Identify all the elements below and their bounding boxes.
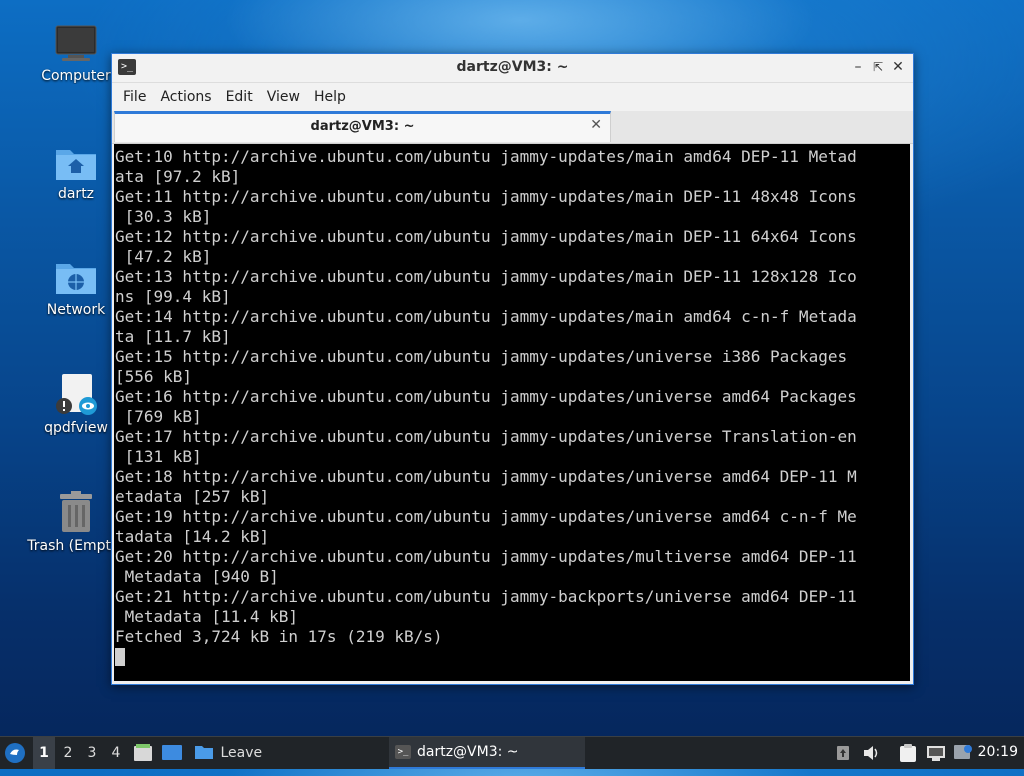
terminal-line: [769 kB] bbox=[115, 407, 202, 426]
volume-icon[interactable] bbox=[862, 737, 882, 769]
tray-updates-icon[interactable] bbox=[836, 737, 852, 769]
terminal-line: Fetched 3,724 kB in 17s (219 kB/s) bbox=[115, 627, 443, 646]
terminal-line: ta [11.7 kB] bbox=[115, 327, 231, 346]
leave-launcher[interactable]: Leave bbox=[194, 737, 264, 769]
terminal-line: ns [99.4 kB] bbox=[115, 287, 231, 306]
terminal-line: Get:16 http://archive.ubuntu.com/ubuntu … bbox=[115, 387, 857, 406]
file-manager-launcher[interactable] bbox=[133, 737, 155, 769]
taskbar-task-terminal[interactable]: >_ dartz@VM3: ~ bbox=[389, 737, 585, 769]
terminal-line: Metadata [940 B] bbox=[115, 567, 279, 586]
workspace-1[interactable]: 1 bbox=[33, 737, 55, 769]
terminal-line: [556 kB] bbox=[115, 367, 193, 386]
menu-actions[interactable]: Actions bbox=[153, 89, 218, 105]
terminal-line: [47.2 kB] bbox=[115, 247, 212, 266]
folder-icon bbox=[195, 745, 213, 759]
desktop-icon bbox=[162, 745, 182, 760]
workspace-2[interactable]: 2 bbox=[57, 737, 79, 769]
menu-edit[interactable]: Edit bbox=[219, 89, 260, 105]
terminal-line: Get:21 http://archive.ubuntu.com/ubuntu … bbox=[115, 587, 857, 606]
terminal-line: Get:11 http://archive.ubuntu.com/ubuntu … bbox=[115, 187, 857, 206]
terminal-line: [30.3 kB] bbox=[115, 207, 212, 226]
terminal-line: etadata [257 kB] bbox=[115, 487, 270, 506]
maximize-icon[interactable]: ⇱ bbox=[869, 58, 887, 76]
update-notifier-icon bbox=[837, 746, 849, 760]
clipboard-icon[interactable] bbox=[898, 737, 920, 769]
leave-label: Leave bbox=[220, 745, 263, 761]
terminal-prompt-line bbox=[115, 647, 910, 667]
terminal-icon: >_ bbox=[395, 745, 411, 759]
terminal-line: Get:12 http://archive.ubuntu.com/ubuntu … bbox=[115, 227, 857, 246]
terminal-line: Get:20 http://archive.ubuntu.com/ubuntu … bbox=[115, 547, 857, 566]
tab-close-icon[interactable]: ✕ bbox=[590, 117, 602, 133]
app-menu-button[interactable] bbox=[4, 737, 28, 769]
terminal-line: Get:19 http://archive.ubuntu.com/ubuntu … bbox=[115, 507, 857, 526]
minimize-icon[interactable]: – bbox=[849, 58, 867, 76]
terminal-line: Get:13 http://archive.ubuntu.com/ubuntu … bbox=[115, 267, 857, 286]
taskbar: 1 2 3 4 Leave >_ dartz@VM3: ~ 20:19 bbox=[0, 736, 1024, 769]
tab-bar: dartz@VM3: ~ ✕ bbox=[112, 111, 913, 144]
terminal-line: Metadata [11.4 kB] bbox=[115, 607, 299, 626]
close-icon[interactable]: ✕ bbox=[889, 58, 907, 76]
terminal-line: tadata [14.2 kB] bbox=[115, 527, 270, 546]
network-folder-icon bbox=[56, 264, 96, 294]
menu-help[interactable]: Help bbox=[307, 89, 353, 105]
qpdfview-icon bbox=[56, 374, 97, 415]
lubuntu-logo-icon bbox=[5, 743, 25, 763]
network-tray-icon[interactable] bbox=[926, 737, 948, 769]
terminal-output[interactable]: Get:10 http://archive.ubuntu.com/ubuntu … bbox=[114, 144, 910, 681]
workspace-4[interactable]: 4 bbox=[105, 737, 127, 769]
workspace-3[interactable]: 3 bbox=[81, 737, 103, 769]
show-desktop-button[interactable] bbox=[161, 737, 185, 769]
terminal-line: Get:17 http://archive.ubuntu.com/ubuntu … bbox=[115, 427, 857, 446]
file-manager-icon bbox=[134, 744, 152, 761]
terminal-window: >_ dartz@VM3: ~ – ⇱ ✕ File Actions Edit … bbox=[111, 53, 914, 685]
terminal-line: ata [97.2 kB] bbox=[115, 167, 241, 186]
clock[interactable]: 20:19 bbox=[978, 744, 1018, 760]
window-titlebar[interactable]: >_ dartz@VM3: ~ – ⇱ ✕ bbox=[112, 54, 913, 83]
terminal-line: Get:15 http://archive.ubuntu.com/ubuntu … bbox=[115, 347, 848, 366]
tab-terminal[interactable]: dartz@VM3: ~ ✕ bbox=[114, 111, 611, 142]
terminal-line: Get:14 http://archive.ubuntu.com/ubuntu … bbox=[115, 307, 857, 326]
menu-view[interactable]: View bbox=[260, 89, 307, 105]
terminal-line: [131 kB] bbox=[115, 447, 202, 466]
tab-label: dartz@VM3: ~ bbox=[310, 119, 415, 134]
task-label: dartz@VM3: ~ bbox=[417, 744, 519, 760]
computer-icon bbox=[55, 25, 97, 61]
terminal-cursor bbox=[115, 648, 125, 666]
menu-file[interactable]: File bbox=[116, 89, 153, 105]
window-title: dartz@VM3: ~ bbox=[456, 59, 569, 75]
trash-icon bbox=[60, 491, 92, 532]
notification-icon[interactable] bbox=[953, 737, 975, 769]
terminal-line: Get:18 http://archive.ubuntu.com/ubuntu … bbox=[115, 467, 857, 486]
terminal-line: Get:10 http://archive.ubuntu.com/ubuntu … bbox=[115, 147, 857, 166]
menubar: File Actions Edit View Help bbox=[112, 83, 913, 111]
home-folder-icon bbox=[56, 150, 96, 180]
